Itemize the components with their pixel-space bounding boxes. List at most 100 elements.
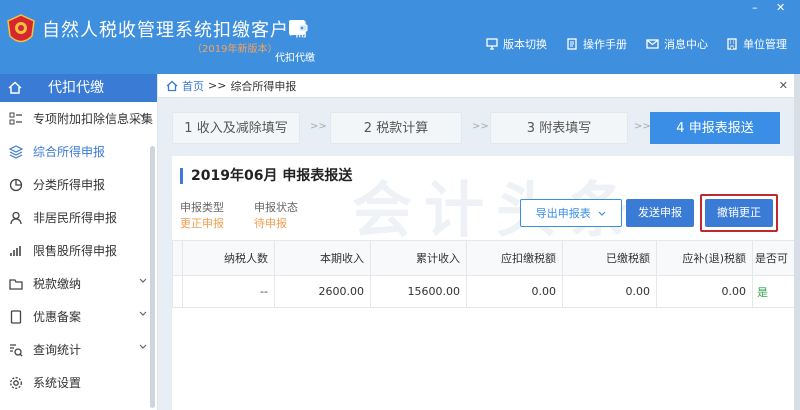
report-type-label: 申报类型 — [180, 201, 224, 214]
bar-chart-icon — [8, 243, 24, 259]
sidebar-item-label: 查询统计 — [33, 343, 82, 357]
main-content: 首页 >> 综合所得申报 ✕ 1 收入及减除填写 >> 2 税款计算 >> 3 … — [158, 74, 800, 410]
sidebar-header: 代扣代缴 — [0, 74, 157, 102]
manual-label: 操作手册 — [583, 38, 627, 51]
sidebar-item-nonresident-income[interactable]: 非居民所得申报 — [0, 201, 157, 234]
tax-emblem-icon — [7, 14, 35, 43]
gear-icon — [8, 375, 24, 391]
sidebar-title: 代扣代缴 — [48, 80, 104, 96]
step-income-deduction[interactable]: 1 收入及减除填写 — [172, 112, 300, 144]
app-title: 自然人税收管理系统扣缴客户端 — [42, 20, 308, 41]
step-separator: >> — [310, 121, 327, 132]
table-cell: 0.00 — [466, 275, 563, 308]
table-header-spacer — [172, 240, 183, 276]
sidebar-item-label: 分类所得申报 — [33, 178, 106, 192]
report-table: 纳税人数 本期收入 累计收入 应扣缴税额 已缴税额 应补(退)税额 是否可 --… — [172, 240, 800, 308]
table-header: 应补(退)税额 — [656, 240, 753, 276]
close-tab-button[interactable]: ✕ — [779, 79, 788, 92]
unit-management-link[interactable]: 单位管理 — [726, 36, 787, 52]
manual-link[interactable]: 操作手册 — [566, 36, 627, 52]
table-header: 是否可 — [752, 240, 800, 276]
cancel-correction-button[interactable]: 撤销更正 — [705, 199, 773, 227]
table-row[interactable]: -- 2600.00 15600.00 0.00 0.00 0.00 是 — [172, 275, 800, 308]
chevron-down-icon — [139, 113, 147, 118]
minimize-button[interactable]: – — [752, 1, 758, 14]
table-cell: 15600.00 — [370, 275, 467, 308]
search-list-icon — [8, 342, 24, 358]
table-row-marker — [172, 275, 183, 308]
main-scrollbar[interactable] — [794, 74, 800, 410]
sidebar-item-special-deduction[interactable]: 专项附加扣除信息采集 — [0, 102, 157, 135]
export-report-dropdown[interactable]: 导出申报表 — [520, 199, 622, 227]
panel-title: 2019年06月 申报表报送 — [180, 168, 352, 184]
agent-label[interactable]: 代扣代缴 — [275, 49, 315, 64]
sidebar-item-label: 优惠备案 — [33, 310, 82, 324]
breadcrumb: 首页 >> 综合所得申报 ✕ — [158, 74, 800, 98]
report-status-value: 待申报 — [254, 217, 287, 230]
breadcrumb-current: 综合所得申报 — [230, 79, 297, 93]
sidebar: 代扣代缴 专项附加扣除信息采集 综合所得申报 分类所得申报 非居民所得申报 限售… — [0, 74, 158, 410]
send-report-button[interactable]: 发送申报 — [626, 199, 694, 227]
sidebar-item-label: 综合所得申报 — [33, 145, 106, 159]
report-status-label: 申报状态 — [254, 201, 298, 214]
sidebar-item-preferential-filing[interactable]: 优惠备案 — [0, 300, 157, 333]
sidebar-item-system-settings[interactable]: 系统设置 — [0, 366, 157, 399]
sidebar-item-label: 税款缴纳 — [33, 277, 82, 291]
app-header: 自然人税收管理系统扣缴客户端 （2019年新版本） 代扣代缴 版本切换 操作手册… — [0, 0, 800, 74]
manual-icon — [567, 38, 577, 50]
sidebar-item-label: 限售股所得申报 — [33, 244, 118, 258]
unit-management-label: 单位管理 — [743, 38, 787, 51]
step-separator: >> — [472, 121, 489, 132]
version-switch-link[interactable]: 版本切换 — [486, 36, 547, 52]
table-cell: 0.00 — [562, 275, 657, 308]
chevron-down-icon — [139, 311, 147, 316]
wallet-icon[interactable] — [287, 16, 309, 38]
table-header: 应扣缴税额 — [466, 240, 563, 276]
sidebar-scrollbar[interactable] — [150, 146, 155, 408]
home-icon[interactable] — [166, 80, 178, 92]
table-cell: -- — [182, 275, 275, 308]
sidebar-item-tax-payment[interactable]: 税款缴纳 — [0, 267, 157, 300]
sidebar-item-classified-income[interactable]: 分类所得申报 — [0, 168, 157, 201]
folder-icon — [8, 276, 24, 292]
sidebar-item-label: 非居民所得申报 — [33, 211, 118, 225]
table-cell: 2600.00 — [274, 275, 371, 308]
mail-icon — [646, 39, 659, 49]
table-cell: 0.00 — [656, 275, 753, 308]
home-icon[interactable] — [8, 81, 22, 95]
table-cell: 是 — [752, 275, 800, 308]
step-submit-report[interactable]: 4 申报表报送 — [650, 112, 780, 144]
sidebar-item-comprehensive-income[interactable]: 综合所得申报 — [0, 135, 157, 168]
table-header: 累计收入 — [370, 240, 467, 276]
chevron-down-icon — [139, 344, 147, 349]
sidebar-item-restricted-stock[interactable]: 限售股所得申报 — [0, 234, 157, 267]
document-icon — [8, 309, 24, 325]
version-switch-label: 版本切换 — [503, 38, 547, 51]
chevron-down-icon — [598, 211, 606, 216]
breadcrumb-home-link[interactable]: 首页 — [182, 78, 204, 94]
step-attachment[interactable]: 3 附表填写 — [490, 112, 628, 144]
step-tax-calculation[interactable]: 2 税款计算 — [330, 112, 462, 144]
table-header: 已缴税额 — [562, 240, 657, 276]
report-panel: 会计头条 2019年06月 申报表报送 申报类型 更正申报 申报状态 待申报 导… — [172, 156, 800, 410]
step-progress: 1 收入及减除填写 >> 2 税款计算 >> 3 附表填写 >> 4 申报表报送 — [172, 112, 792, 144]
app-version: （2019年新版本） — [192, 44, 278, 55]
breadcrumb-separator: >> — [208, 79, 227, 92]
chevron-down-icon — [139, 278, 147, 283]
message-center-link[interactable]: 消息中心 — [646, 36, 708, 52]
table-header-row: 纳税人数 本期收入 累计收入 应扣缴税额 已缴税额 应补(退)税额 是否可 — [172, 240, 800, 276]
unit-icon — [727, 38, 737, 50]
sidebar-item-query-statistics[interactable]: 查询统计 — [0, 333, 157, 366]
pie-chart-icon — [8, 177, 24, 193]
monitor-icon — [486, 38, 498, 50]
layers-icon — [8, 144, 24, 160]
table-header: 本期收入 — [274, 240, 371, 276]
person-icon — [8, 210, 24, 226]
sidebar-item-label: 系统设置 — [33, 376, 82, 390]
sidebar-item-label: 专项附加扣除信息采集 — [33, 112, 154, 126]
step-separator: >> — [634, 121, 651, 132]
report-type-value: 更正申报 — [180, 217, 224, 230]
close-window-button[interactable]: ✕ — [776, 1, 785, 14]
table-header: 纳税人数 — [182, 240, 275, 276]
list-icon — [8, 111, 24, 127]
